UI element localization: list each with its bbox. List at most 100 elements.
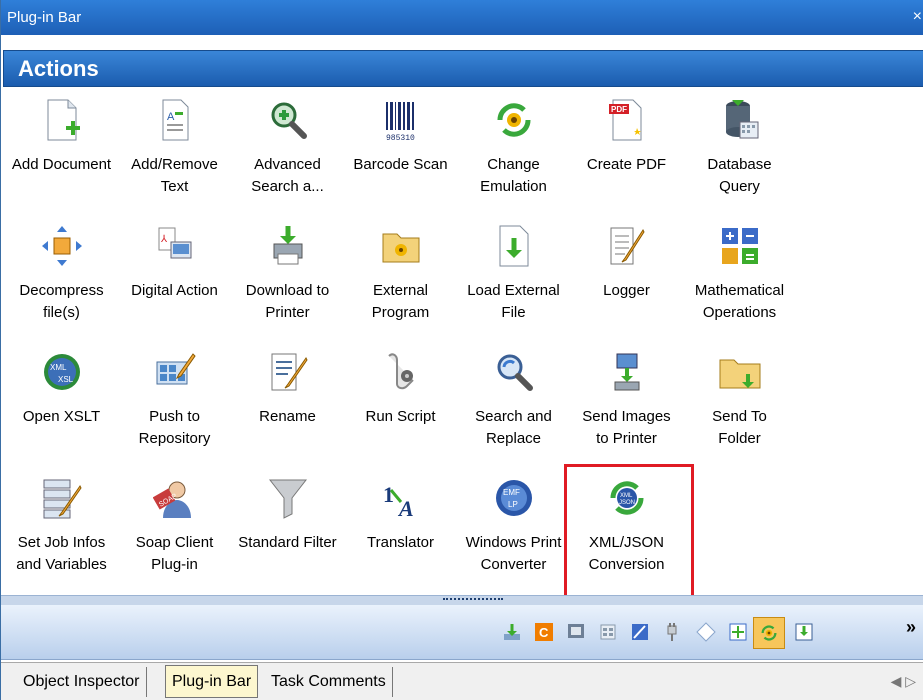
action-label: Mathematical Operations [694,282,785,321]
action-label: Windows Print Converter [465,534,562,573]
translator-icon: 1A [377,474,425,522]
action-filter[interactable]: Standard Filter [231,468,344,594]
action-label: Send Images to Printer [582,408,671,447]
filter-icon [264,474,312,522]
soap-client-icon: SOAP [151,474,199,522]
screen-icon[interactable] [565,621,587,643]
actions-panel: Add Document A Add/Remove Text Advanced Sea… [5,90,921,602]
folder-icon [716,348,764,396]
actions-header[interactable]: Actions [3,50,923,87]
emf-icon: EMF LP [490,474,538,522]
action-emf[interactable]: EMF LP Windows Print Converter [457,468,570,594]
svg-text:JSON: JSON [619,500,635,506]
plug-icon[interactable] [661,621,683,643]
action-label: Send To Folder [712,408,767,447]
printer-download-icon [264,222,312,270]
action-magnifier[interactable]: Advanced Search a... [231,90,344,216]
svg-text:1: 1 [383,482,394,507]
action-database[interactable]: Database Query [683,90,796,216]
action-barcode[interactable]: 985310 Barcode Scan [344,90,457,216]
svg-text:A: A [167,111,175,123]
action-label: Soap Client Plug-in [135,534,214,573]
action-text-edit[interactable]: A Add/Remove Text [118,90,231,216]
action-xml-json[interactable]: XML JSON XML/JSON Conversion [564,464,694,602]
decompress-icon [38,222,86,270]
close-icon[interactable]: × [913,8,922,26]
action-job-infos[interactable]: Set Job Infos and Variables [5,468,118,594]
actions-grid: Add Document A Add/Remove Text Advanced Sea… [5,90,797,602]
action-label: Add Document [11,156,112,173]
check-icon[interactable] [793,621,815,643]
emulation-icon[interactable] [753,617,785,649]
toolbar: » C [1,605,923,660]
action-decompress[interactable]: Decompress file(s) [5,216,118,342]
add-document-icon [38,96,86,144]
action-send-images[interactable]: Send Images to Printer [570,342,683,468]
action-soap-client[interactable]: SOAP Soap Client Plug-in [118,468,231,594]
tab-task-comments[interactable]: Task Comments [265,667,393,697]
action-xslt[interactable]: XML XSL Open XSLT [5,342,118,468]
action-printer-download[interactable]: Download to Printer [231,216,344,342]
action-folder[interactable]: Send To Folder [683,342,796,468]
action-label: Digital Action [131,282,218,299]
action-label: Set Job Infos and Variables [16,534,107,573]
svg-text:XML: XML [50,363,67,372]
splitter[interactable] [1,595,923,605]
action-label: Change Emulation [480,156,547,195]
action-external-program[interactable]: External Program [344,216,457,342]
action-math[interactable]: Mathematical Operations [683,216,796,342]
svg-text:LP: LP [508,500,518,509]
action-search-replace[interactable]: Search and Replace [457,342,570,468]
tab-object-inspector[interactable]: Object Inspector [17,667,147,697]
svg-text:XML: XML [620,493,633,499]
more-chevron-icon[interactable]: » [906,617,916,638]
tab-plug-in-bar[interactable]: Plug-in Bar [165,665,259,698]
splitter-grip[interactable] [443,598,503,602]
svg-text:C: C [539,625,549,640]
action-label: Database Query [707,156,772,195]
action-label: Load External File [467,282,560,321]
action-label: Barcode Scan [353,156,448,173]
grid-icon[interactable] [597,621,619,643]
load-file-icon [490,222,538,270]
action-emulation[interactable]: Change Emulation [457,90,570,216]
script-icon [377,348,425,396]
action-script[interactable]: Run Script [344,342,457,468]
action-label: Run Script [365,408,436,425]
xslt-icon: XML XSL [38,348,86,396]
action-label: XML/JSON Conversion [588,534,665,573]
action-add-document[interactable]: Add Document [5,90,118,216]
action-repository[interactable]: Push to Repository [118,342,231,468]
job-infos-icon [38,474,86,522]
text-edit-icon: A [151,96,199,144]
action-label: Push to Repository [138,408,211,447]
rename-icon [264,348,312,396]
action-label: Decompress file(s) [19,282,104,321]
action-label: Download to Printer [245,282,330,321]
logger-icon [603,222,651,270]
svg-text:XSL: XSL [58,375,74,384]
title-bar: Plug-in Bar × [1,0,923,35]
math-icon [716,222,764,270]
action-label: Rename [259,408,316,425]
c-icon[interactable]: C [533,621,555,643]
action-load-file[interactable]: Load External File [457,216,570,342]
action-translator[interactable]: 1 A Translator [344,468,457,594]
action-logger[interactable]: Logger [570,216,683,342]
diamond-icon[interactable] [695,621,717,643]
tab-scroll-arrows[interactable]: ◀ ▷ [891,673,916,690]
action-label: Logger [603,282,650,299]
send-images-icon [603,348,651,396]
window-title: Plug-in Bar [7,9,82,26]
chart-icon[interactable] [629,621,651,643]
repository-icon [151,348,199,396]
action-label: Standard Filter [238,534,337,551]
action-rename[interactable]: Rename [231,342,344,468]
fit-icon[interactable] [727,621,749,643]
section-title: Actions [18,55,99,81]
bottom-tabs: ◀ ▷ Object Inspector Plug-in Bar Task Comm… [1,662,923,700]
action-pdf[interactable]: PDF Create PDF [570,90,683,216]
download-icon[interactable] [501,621,523,643]
magnifier-icon [264,96,312,144]
action-digital-action[interactable]: ⅄ Digital Action [118,216,231,342]
